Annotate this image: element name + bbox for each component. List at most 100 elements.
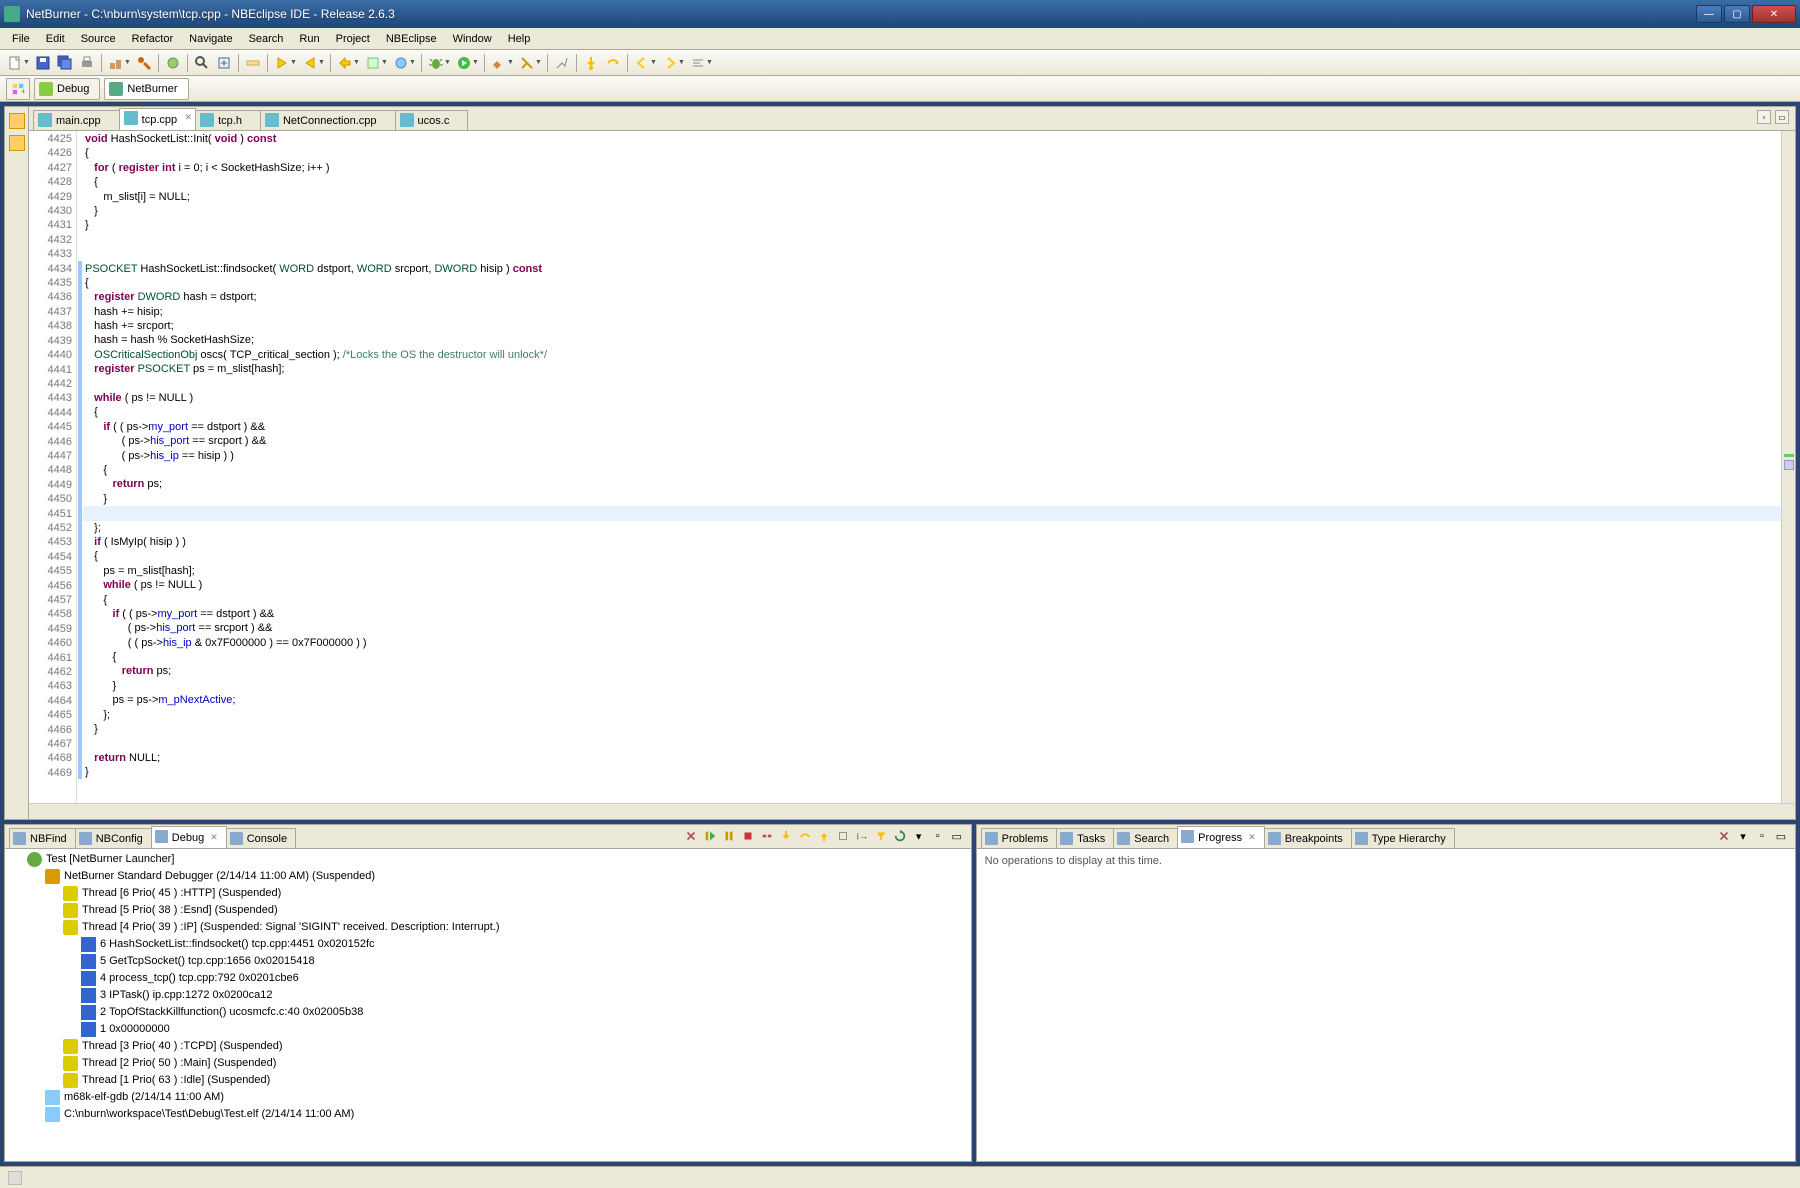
editor-tab-main-cpp[interactable]: main.cpp <box>33 110 120 130</box>
view-tab-breakpoints[interactable]: Breakpoints <box>1264 828 1352 848</box>
new-cpp-class-button[interactable] <box>390 52 412 74</box>
tab-close-icon[interactable]: ✕ <box>210 832 218 843</box>
progress-view-menu[interactable]: ▾ <box>1735 828 1751 844</box>
debug-stack-frame-3[interactable]: 3 IPTask() ip.cpp:1272 0x0200ca12 <box>9 987 967 1004</box>
debug-thread-after-0[interactable]: Thread [3 Prio( 40 ) :TCPD] (Suspended) <box>9 1038 967 1055</box>
debug-debugger[interactable]: NetBurner Standard Debugger (2/14/14 11:… <box>9 868 967 885</box>
menu-file[interactable]: File <box>4 31 38 47</box>
menu-refactor[interactable]: Refactor <box>124 31 182 47</box>
view-tab-nbfind[interactable]: NBFind <box>9 828 76 848</box>
debug-stack-frame-4[interactable]: 2 TopOfStackKillfunction() ucosmcfc.c:40… <box>9 1004 967 1021</box>
editor-minimize-icon[interactable]: ▫ <box>1757 110 1771 124</box>
dbg-terminate-button[interactable] <box>740 828 756 844</box>
view-tab-tasks[interactable]: Tasks <box>1056 828 1114 848</box>
debug-stack-frame-5[interactable]: 1 0x00000000 <box>9 1021 967 1038</box>
menu-edit[interactable]: Edit <box>38 31 73 47</box>
editor-tab-tcp-h[interactable]: tcp.h <box>195 110 261 130</box>
new-button[interactable] <box>4 52 26 74</box>
prev-annotation-button[interactable] <box>299 52 321 74</box>
dbg-restart-button[interactable] <box>892 828 908 844</box>
menu-run[interactable]: Run <box>291 31 327 47</box>
debug-thread-after-1[interactable]: Thread [2 Prio( 50 ) :Main] (Suspended) <box>9 1055 967 1072</box>
dbg-drop-frame-button[interactable] <box>835 828 851 844</box>
view-tab-progress[interactable]: Progress✕ <box>1177 826 1265 848</box>
dbg-step-into-button[interactable] <box>778 828 794 844</box>
step-into-button[interactable] <box>580 52 602 74</box>
maximize-button[interactable]: ▢ <box>1724 5 1750 23</box>
progress-max-icon[interactable]: ▭ <box>1773 828 1789 844</box>
dbg-use-step-filters-button[interactable] <box>873 828 889 844</box>
debug-stack-frame-2[interactable]: 4 process_tcp() tcp.cpp:792 0x0201cbe6 <box>9 970 967 987</box>
menu-window[interactable]: Window <box>445 31 500 47</box>
forward-button[interactable] <box>659 52 681 74</box>
debug-stack-frame-1[interactable]: 5 GetTcpSocket() tcp.cpp:1656 0x02015418 <box>9 953 967 970</box>
status-icon[interactable] <box>8 1171 22 1185</box>
profile-button[interactable] <box>516 52 538 74</box>
view-tab-problems[interactable]: Problems <box>981 828 1057 848</box>
debug-gdb[interactable]: m68k-elf-gdb (2/14/14 11:00 AM) <box>9 1089 967 1106</box>
tab-close-icon[interactable]: ✕ <box>185 112 193 123</box>
view-tab-debug[interactable]: Debug✕ <box>151 826 227 848</box>
debug-thread-1[interactable]: Thread [5 Prio( 38 ) :Esnd] (Suspended) <box>9 902 967 919</box>
debug-elf[interactable]: C:\nburn\workspace\Test\Debug\Test.elf (… <box>9 1106 967 1123</box>
dbg-disconnect-button[interactable] <box>759 828 775 844</box>
open-type-button[interactable] <box>162 52 184 74</box>
debug-launch[interactable]: Test [NetBurner Launcher] <box>9 851 967 868</box>
build-all-button[interactable] <box>105 52 127 74</box>
view-tab-search[interactable]: Search <box>1113 828 1178 848</box>
menu-navigate[interactable]: Navigate <box>181 31 240 47</box>
perspective-netburner[interactable]: NetBurner <box>104 78 188 100</box>
progress-remove-all-button[interactable] <box>1716 828 1732 844</box>
perspective-debug[interactable]: Debug <box>34 78 100 100</box>
view-tab-nbconfig[interactable]: NBConfig <box>75 828 152 848</box>
close-button[interactable]: ✕ <box>1752 5 1796 23</box>
progress-min-icon[interactable]: ▫ <box>1754 828 1770 844</box>
back-button[interactable] <box>631 52 653 74</box>
pin-editor-button[interactable] <box>551 52 573 74</box>
gutter-icon-1[interactable] <box>9 113 25 129</box>
dbg-min-icon[interactable]: ▫ <box>930 828 946 844</box>
editor-maximize-icon[interactable]: ▭ <box>1775 110 1789 124</box>
save-all-button[interactable] <box>54 52 76 74</box>
step-over-button[interactable] <box>602 52 624 74</box>
remove-terminated-button[interactable] <box>683 828 699 844</box>
menu-source[interactable]: Source <box>73 31 124 47</box>
tab-close-icon[interactable]: ✕ <box>1248 832 1256 843</box>
open-perspective-button[interactable]: + <box>6 78 30 100</box>
last-edit-button[interactable] <box>334 52 356 74</box>
toggle-breadcrumb-button[interactable] <box>242 52 264 74</box>
editor-tab-tcp-cpp[interactable]: tcp.cpp✕ <box>119 108 196 130</box>
menu-project[interactable]: Project <box>328 31 378 47</box>
debug-thread-after-2[interactable]: Thread [1 Prio( 63 ) :Idle] (Suspended) <box>9 1072 967 1089</box>
debug-button[interactable] <box>425 52 447 74</box>
debug-thread-2[interactable]: Thread [4 Prio( 39 ) :IP] (Suspended: Si… <box>9 919 967 936</box>
search-button[interactable] <box>191 52 213 74</box>
dbg-step-return-button[interactable] <box>816 828 832 844</box>
code-editor[interactable]: 4425442644274428442944304431443244334434… <box>29 130 1795 803</box>
editor-horizontal-scrollbar[interactable] <box>29 803 1795 819</box>
editor-tab-NetConnection-cpp[interactable]: NetConnection.cpp <box>260 110 396 130</box>
editor-tab-ucos-c[interactable]: ucos.c <box>395 110 469 130</box>
view-tab-type-hierarchy[interactable]: Type Hierarchy <box>1351 828 1455 848</box>
next-annotation-button[interactable] <box>271 52 293 74</box>
save-button[interactable] <box>32 52 54 74</box>
menu-help[interactable]: Help <box>500 31 539 47</box>
dbg-max-icon[interactable]: ▭ <box>949 828 965 844</box>
ext-tools-button[interactable] <box>488 52 510 74</box>
dbg-resume-button[interactable] <box>702 828 718 844</box>
dbg-instr-step-button[interactable]: i→ <box>854 828 870 844</box>
toggle-mark-button[interactable] <box>213 52 235 74</box>
dbg-suspend-button[interactable] <box>721 828 737 844</box>
menu-nbeclipse[interactable]: NBEclipse <box>378 31 445 47</box>
view-tab-console[interactable]: Console <box>226 828 296 848</box>
gutter-icon-2[interactable] <box>9 135 25 151</box>
dbg-view-menu-button[interactable]: ▾ <box>911 828 927 844</box>
code-text-area[interactable]: void HashSocketList::Init( void ) const{… <box>83 131 1781 803</box>
debug-stack-frame-0[interactable]: 6 HashSocketList::findsocket() tcp.cpp:4… <box>9 936 967 953</box>
debug-thread-0[interactable]: Thread [6 Prio( 45 ) :HTTP] (Suspended) <box>9 885 967 902</box>
print-button[interactable] <box>76 52 98 74</box>
overview-ruler[interactable] <box>1781 131 1795 803</box>
debug-view-body[interactable]: Test [NetBurner Launcher]NetBurner Stand… <box>5 848 971 1161</box>
goto-line-button[interactable] <box>687 52 709 74</box>
menu-search[interactable]: Search <box>241 31 292 47</box>
